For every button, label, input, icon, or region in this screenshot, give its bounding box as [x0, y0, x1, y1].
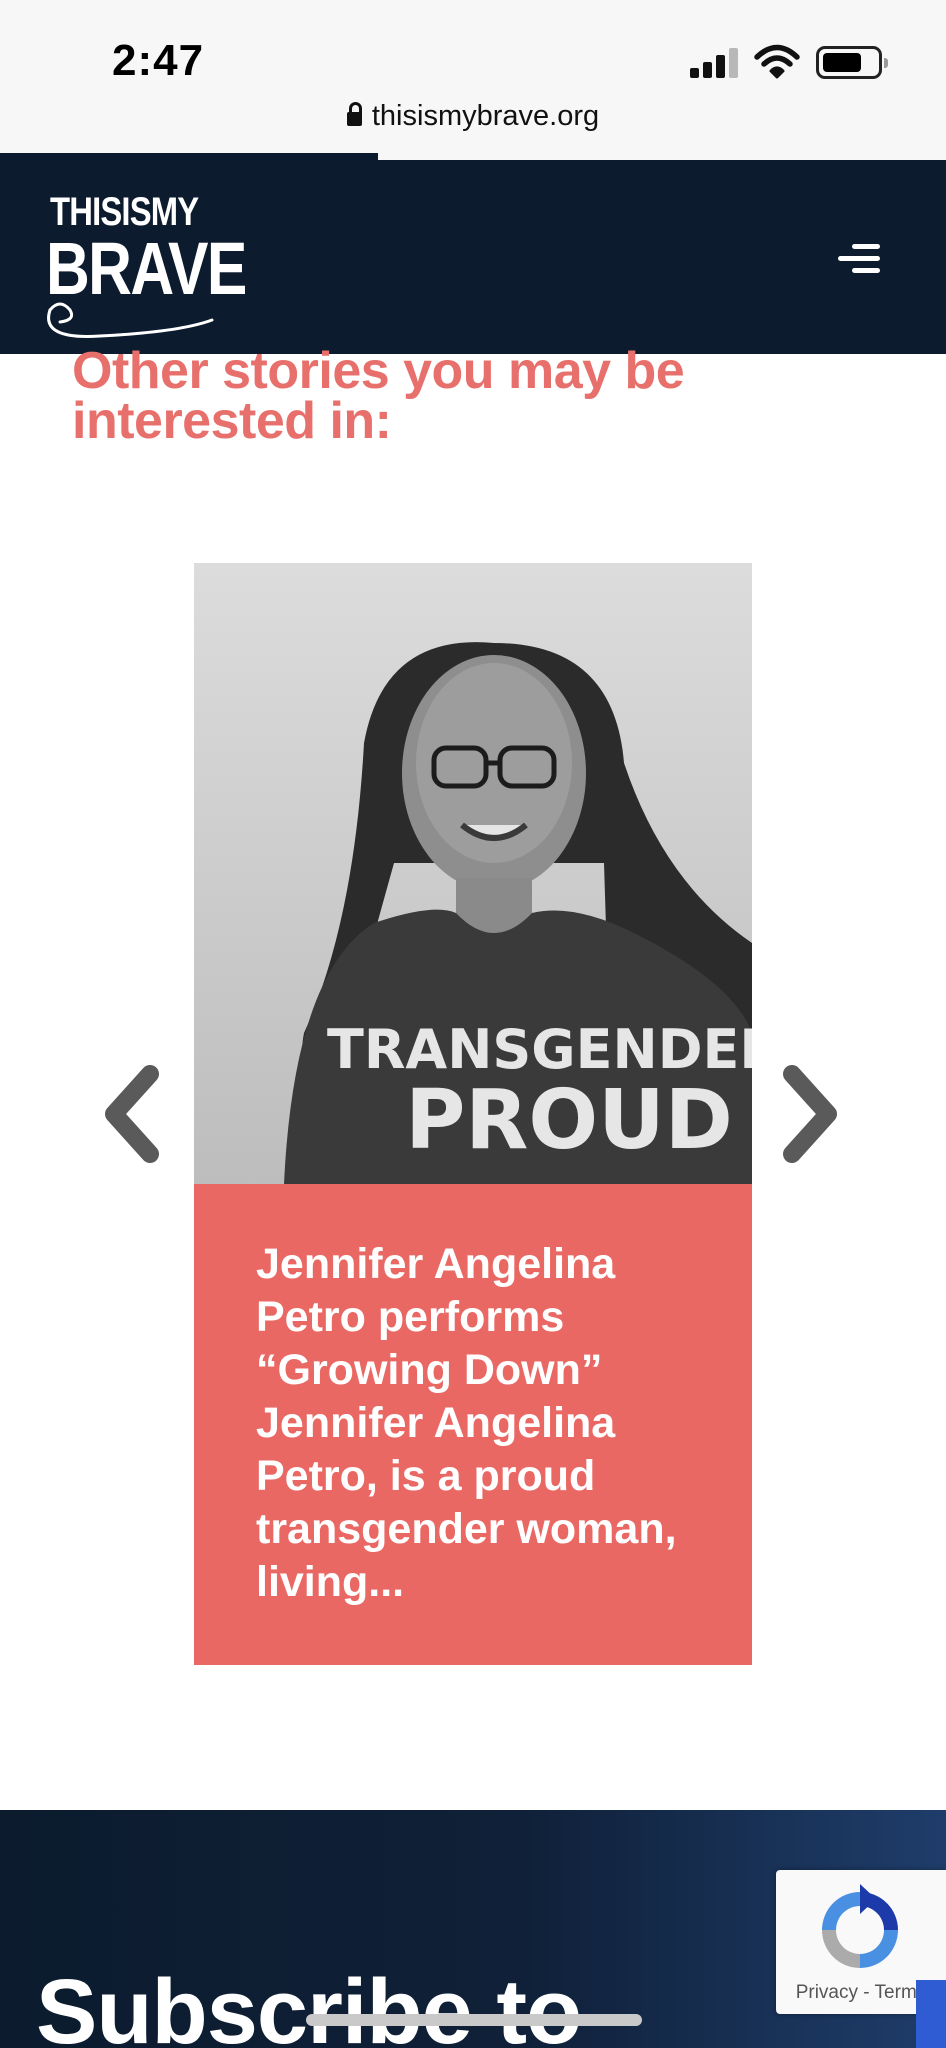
recaptcha-separator: - [863, 1982, 870, 2003]
hamburger-menu-icon[interactable] [838, 244, 880, 274]
home-indicator[interactable] [306, 2014, 642, 2026]
cellular-signal-icon [690, 48, 738, 78]
site-header: THISISMY BRAVE [0, 160, 946, 354]
chevron-right-icon[interactable] [780, 1064, 840, 1164]
logo-text-bottom: BRAVE [46, 227, 247, 310]
subscribe-title: Subscribe to [36, 1961, 582, 2048]
lock-icon [346, 102, 362, 126]
status-time: 2:47 [112, 36, 205, 85]
story-card-body[interactable]: Jennifer Angelina Petro performs “Growin… [194, 1184, 752, 1665]
wifi-icon [754, 44, 800, 79]
section-heading: Other stories you may be interested in: [72, 342, 685, 450]
story-card-text[interactable]: Jennifer Angelina Petro performs “Growin… [256, 1238, 696, 1609]
recaptcha-privacy-link[interactable]: Privacy [796, 1982, 858, 2003]
page-load-progress [0, 153, 378, 160]
shirt-print-line2: PROUD [405, 1073, 733, 1168]
shirt-print-line1: TRANSGENDER [327, 1018, 752, 1081]
address-bar[interactable]: thisismybrave.org [0, 100, 946, 133]
status-bar: 2:47 thisismybrave.org [0, 0, 946, 160]
floating-button-edge[interactable] [916, 1980, 946, 2048]
portrait-illustration: TRANSGENDER PROUD [194, 563, 752, 1184]
battery-icon [816, 46, 888, 79]
recaptcha-icon [822, 1884, 898, 1968]
chevron-left-icon[interactable] [102, 1064, 162, 1164]
story-card[interactable]: TRANSGENDER PROUD Jennifer Angelina Petr… [194, 563, 752, 1665]
site-logo[interactable]: THISISMY BRAVE [40, 180, 247, 338]
url-text: thisismybrave.org [371, 100, 600, 132]
story-photo[interactable]: TRANSGENDER PROUD [194, 563, 752, 1184]
